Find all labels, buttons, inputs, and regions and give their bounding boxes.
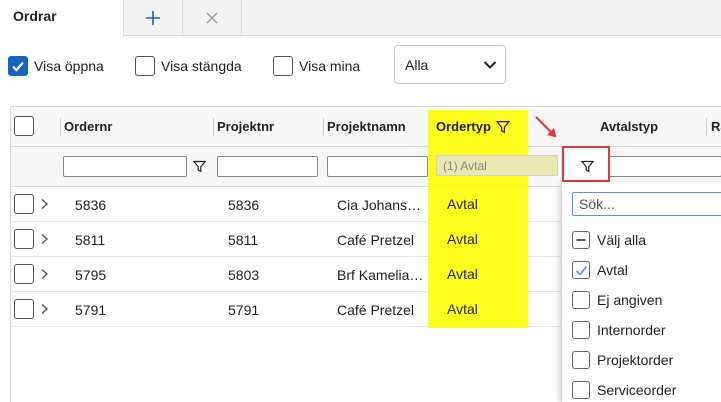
filter-option[interactable]: Ej angiven [572, 289, 662, 311]
cell-projektnamn: Brf Kamelia… [337, 267, 424, 283]
checkbox-checked[interactable] [8, 56, 28, 76]
filter-icon [581, 160, 594, 173]
column-separator[interactable] [706, 118, 707, 136]
filter-option-label: Internorder [597, 322, 666, 338]
show-closed-label: Visa stängda [161, 58, 242, 74]
tab-ordrar[interactable]: Ordrar [0, 0, 124, 37]
filter-option-label: Välj alla [597, 232, 647, 248]
column-separator[interactable] [213, 118, 214, 136]
cell-ordernr: 5791 [75, 302, 107, 318]
minus-icon [576, 239, 586, 241]
close-tab-button[interactable] [182, 0, 242, 36]
scope-select[interactable]: Alla [394, 45, 506, 84]
chevron-right-icon[interactable] [40, 303, 49, 315]
cell-projektnamn: Café Pretzel [337, 302, 415, 318]
cell-projektnamn: Café Pretzel [337, 232, 415, 248]
cell-ordertyp: Avtal [447, 231, 478, 247]
scope-select-value: Alla [405, 57, 429, 73]
cell-ordertyp: Avtal [447, 266, 478, 282]
checkbox-unchecked[interactable] [273, 56, 293, 76]
filter-search-input[interactable]: Sök... [572, 192, 721, 216]
column-header-ordertyp[interactable]: Ordertyp [436, 119, 491, 134]
filter-option-label: Projektorder [597, 352, 674, 368]
filter-option[interactable]: Projektorder [572, 349, 673, 371]
row-select-checkbox[interactable] [14, 194, 34, 214]
show-mine-label: Visa mina [299, 58, 361, 74]
show-closed-checkbox[interactable]: Visa stängda [135, 55, 242, 77]
filter-input-projektnr[interactable] [217, 156, 318, 177]
cell-ordernr: 5811 [75, 232, 106, 248]
cell-ordernr: 5836 [75, 197, 107, 213]
checkbox-unchecked[interactable] [572, 321, 590, 339]
column-header-avtalstyp[interactable]: Avtalstyp [600, 119, 658, 134]
filter-option-label: Ej angiven [597, 292, 663, 308]
cell-projektnr: 5791 [228, 302, 260, 318]
column-header-projektnr[interactable]: Projektnr [217, 119, 274, 134]
column-header-next[interactable]: Ra [711, 119, 721, 134]
filter-input-avtalstyp[interactable] [608, 156, 721, 177]
filter-input-ordertyp[interactable]: (1) Avtal [436, 155, 558, 176]
checkbox-unchecked[interactable] [572, 291, 590, 309]
add-tab-button[interactable] [124, 0, 182, 36]
check-icon [575, 265, 587, 276]
filter-active-icon[interactable] [496, 120, 510, 134]
row-select-checkbox[interactable] [14, 264, 34, 284]
filter-option[interactable]: Välj alla [572, 229, 646, 251]
column-separator[interactable] [323, 118, 324, 136]
cell-projektnamn: Cia Johans… [337, 197, 422, 213]
filter-option[interactable]: Internorder [572, 319, 665, 341]
chevron-right-icon[interactable] [40, 268, 49, 280]
check-icon [12, 61, 24, 72]
filter-input-ordernr[interactable] [63, 156, 187, 177]
filter-dropdown-panel: Sök... Välj alla Avtal Ej angiven Internord… [561, 182, 721, 402]
ordertyp-column-highlight: Ordertyp (1) Avtal Avtal Avtal Avtal Avtal [428, 110, 558, 328]
tab-label: Ordrar [13, 8, 57, 24]
cell-ordertyp: Avtal [447, 196, 478, 212]
filter-option[interactable]: Serviceorder [572, 379, 676, 401]
filter-row [11, 147, 721, 187]
grid-header: Ordernr Projektnr Projektnamn Avtalstyp … [11, 107, 721, 147]
cell-ordertyp: Avtal [447, 301, 478, 317]
cell-projektnr: 5803 [228, 267, 260, 283]
annotation-arrow-icon [535, 116, 557, 138]
cell-projektnr: 5836 [228, 197, 260, 213]
cell-ordernr: 5795 [75, 267, 107, 283]
plus-icon [146, 11, 160, 25]
filter-search-placeholder: Sök... [579, 196, 615, 212]
filter-option-label: Avtal [597, 262, 628, 278]
checkbox-unchecked[interactable] [135, 56, 155, 76]
chevron-right-icon[interactable] [40, 198, 49, 210]
checkbox-unchecked[interactable] [572, 351, 590, 369]
filter-input-projektnamn[interactable] [327, 156, 428, 177]
checkbox-checked[interactable] [572, 261, 590, 279]
show-open-label: Visa öppna [34, 58, 104, 74]
show-open-checkbox[interactable]: Visa öppna [8, 55, 104, 77]
select-all-rows-checkbox[interactable] [14, 116, 34, 136]
tab-bar: Ordrar [0, 0, 721, 37]
cell-projektnr: 5811 [228, 232, 259, 248]
ordertyp-filter-button[interactable] [562, 146, 610, 182]
filter-input-ordertyp-value: (1) Avtal [443, 159, 487, 173]
chevron-down-icon [483, 61, 497, 69]
checkbox-indeterminate[interactable] [572, 231, 590, 249]
show-mine-checkbox[interactable]: Visa mina [273, 55, 360, 77]
row-select-checkbox[interactable] [14, 229, 34, 249]
checkbox-unchecked[interactable] [572, 381, 590, 399]
filter-option[interactable]: Avtal [572, 259, 628, 281]
column-separator[interactable] [60, 118, 61, 136]
filter-icon[interactable] [193, 160, 206, 173]
chevron-right-icon[interactable] [40, 233, 49, 245]
column-header-ordernr[interactable]: Ordernr [64, 119, 112, 134]
column-header-projektnamn[interactable]: Projektnamn [327, 119, 406, 134]
row-select-checkbox[interactable] [14, 299, 34, 319]
close-icon [206, 12, 218, 24]
filter-option-label: Serviceorder [597, 382, 677, 398]
